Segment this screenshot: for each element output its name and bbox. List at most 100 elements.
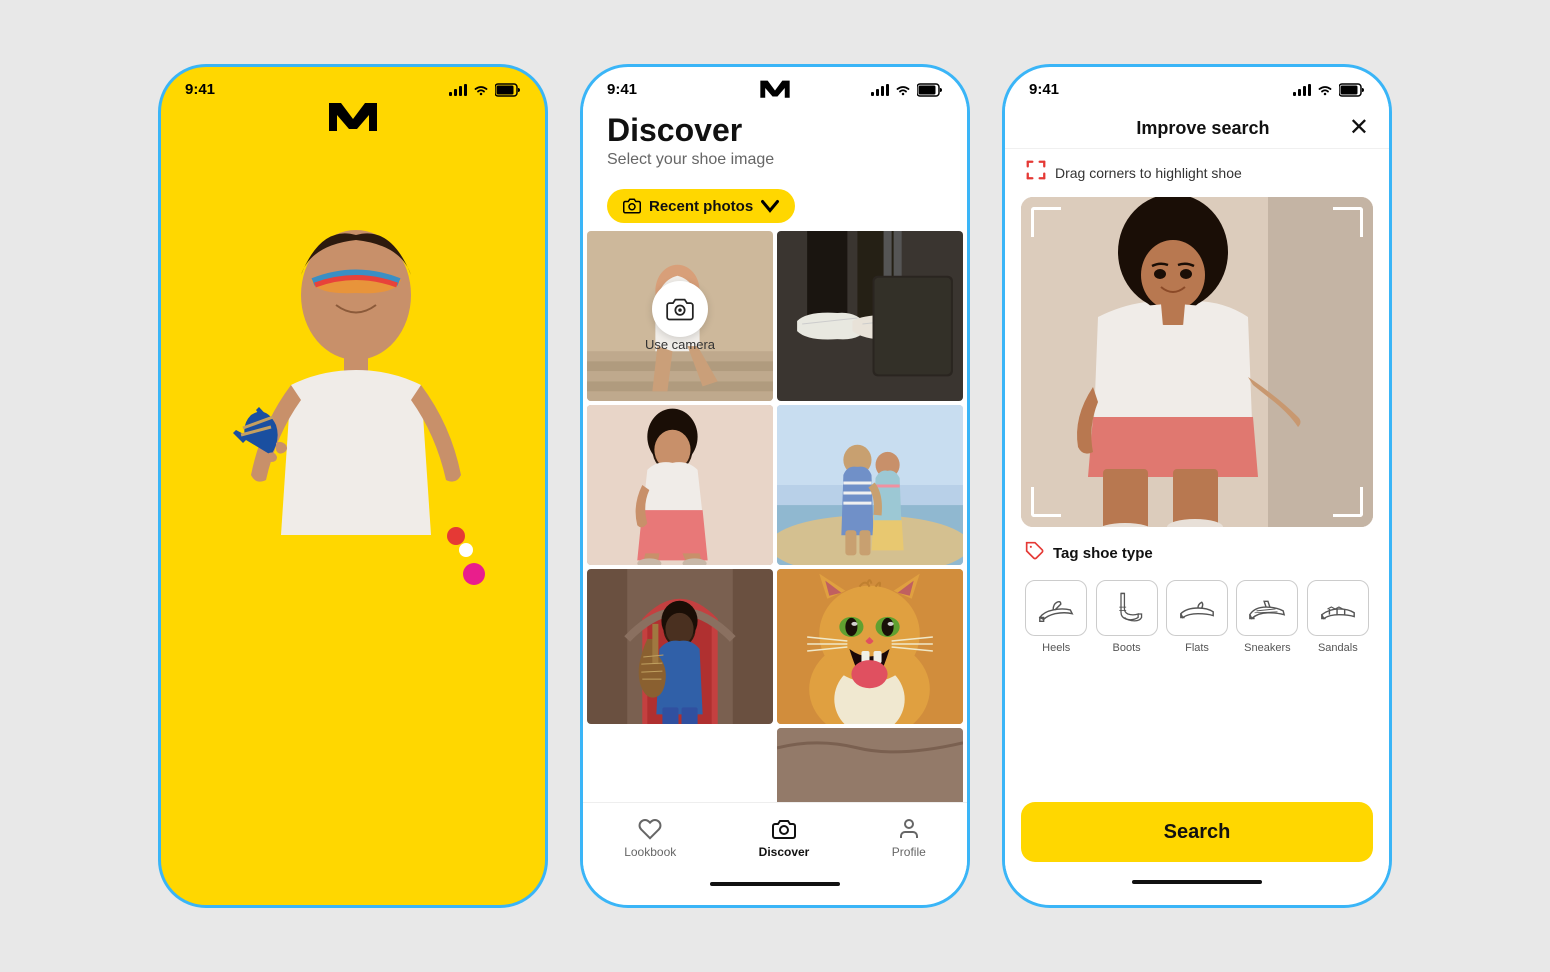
dot-white [459,543,473,557]
partial-image [777,728,963,802]
camera-use-icon [666,297,694,321]
couple-photo[interactable] [777,405,963,565]
splash-background [161,67,545,905]
phone-1-splash: 9:41 [158,64,548,908]
boots-box [1096,580,1158,636]
battery-icon-3 [1339,83,1365,97]
tag-title-text: Tag shoe type [1053,545,1153,562]
crop-bracket-bl[interactable] [1031,487,1061,517]
status-bar-3: 9:41 [1005,67,1389,104]
status-time-3: 9:41 [1029,81,1059,98]
search-button[interactable]: Search [1021,802,1373,862]
heels-label: Heels [1042,642,1070,654]
shoe-photo[interactable] [777,231,963,401]
shoe-types-row: Heels Boots [1025,580,1369,654]
wifi-icon-2 [895,84,911,96]
logo-center [759,77,791,103]
status-icons-3 [1293,83,1365,97]
sandals-label: Sandals [1318,642,1358,654]
use-camera-label: Use camera [645,337,715,352]
camera-filter-icon [623,197,641,215]
tag-title-row: Tag shoe type [1025,541,1369,566]
musician-image [587,569,773,724]
cat-image [777,569,963,724]
shoe-type-sandals[interactable]: Sandals [1307,580,1369,654]
phone-3-search: 9:41 Improve search ✕ [1002,64,1392,908]
home-indicator-2 [710,882,840,886]
app-logo [327,97,379,138]
battery-icon-2 [917,83,943,97]
camera-cell[interactable]: Use camera [587,231,773,401]
wifi-icon-3 [1317,84,1333,96]
signal-icon-2 [871,84,889,96]
discover-subtitle: Select your shoe image [607,151,943,169]
couple-beach-image [777,405,963,565]
hint-text: Drag corners to highlight shoe [1055,165,1242,181]
tag-shoe-section: Tag shoe type Heels [1005,527,1389,664]
flats-box [1166,580,1228,636]
shoe-closeup-image [777,231,963,401]
home-indicator-3 [1132,880,1262,884]
sneakers-box [1236,580,1298,636]
shoe-type-heels[interactable]: Heels [1025,580,1087,654]
bottom-partial-photo[interactable] [777,728,963,802]
crop-bracket-tl[interactable] [1031,207,1061,237]
nav-discover-label: Discover [759,845,810,859]
search-image-container[interactable] [1021,197,1373,527]
nav-profile[interactable]: Profile [892,817,926,859]
discover-header: Discover Select your shoe image [583,104,967,181]
m-logo-icon [327,97,379,133]
close-button[interactable]: ✕ [1349,116,1369,140]
musician-photo[interactable] [587,569,773,724]
sneakers-icon [1247,590,1287,626]
heels-box [1025,580,1087,636]
cat-photo[interactable] [777,569,963,724]
crop-bracket-tr[interactable] [1333,207,1363,237]
flats-label: Flats [1185,642,1209,654]
shoe-type-sneakers[interactable]: Sneakers [1236,580,1298,654]
camera-nav-icon [772,817,796,841]
price-tag-icon [1025,541,1045,561]
sneakers-label: Sneakers [1244,642,1290,654]
signal-icon-3 [1293,84,1311,96]
search-button-label: Search [1164,821,1231,844]
nav-discover[interactable]: Discover [759,817,810,859]
person-icon [897,817,921,841]
phone-2-discover: 9:41 Dis [580,64,970,908]
dot-pink [463,563,485,585]
nav-profile-label: Profile [892,845,926,859]
chevron-down-icon [761,197,779,215]
crop-corners-icon [1025,159,1047,181]
woman-pink-photo[interactable] [587,405,773,565]
status-icons-2 [871,83,943,97]
shoe-type-flats[interactable]: Flats [1166,580,1228,654]
sandals-icon [1318,590,1358,626]
heart-icon [638,817,662,841]
search-hint-row: Drag corners to highlight shoe [1005,149,1389,197]
m-logo-center-icon [759,77,791,99]
boots-icon [1107,590,1147,626]
camera-icon-bg [652,281,708,337]
sandals-box [1307,580,1369,636]
nav-lookbook[interactable]: Lookbook [624,817,676,859]
woman-svg [161,185,545,905]
flats-icon [1177,590,1217,626]
heels-icon [1036,590,1076,626]
crop-bracket-br[interactable] [1333,487,1363,517]
boots-label: Boots [1113,642,1141,654]
shoe-type-boots[interactable]: Boots [1095,580,1157,654]
improve-search-header: Improve search ✕ [1005,104,1389,149]
search-woman-image [1021,197,1373,527]
filter-row: Recent photos [583,181,967,231]
recent-photos-filter[interactable]: Recent photos [607,189,795,223]
crop-icon [1025,159,1047,187]
bottom-nav: Lookbook Discover Profile [583,802,967,882]
improve-search-title: Improve search [1136,118,1269,139]
nav-lookbook-label: Lookbook [624,845,676,859]
tag-icon [1025,541,1045,566]
status-bar-2: 9:41 [583,67,967,104]
discover-content: Discover Select your shoe image Recent p… [583,104,967,892]
splash-woman-figure [161,147,545,905]
improve-search-content: Improve search ✕ Drag corners to highlig… [1005,104,1389,892]
photo-grid: Use camera [583,231,967,802]
